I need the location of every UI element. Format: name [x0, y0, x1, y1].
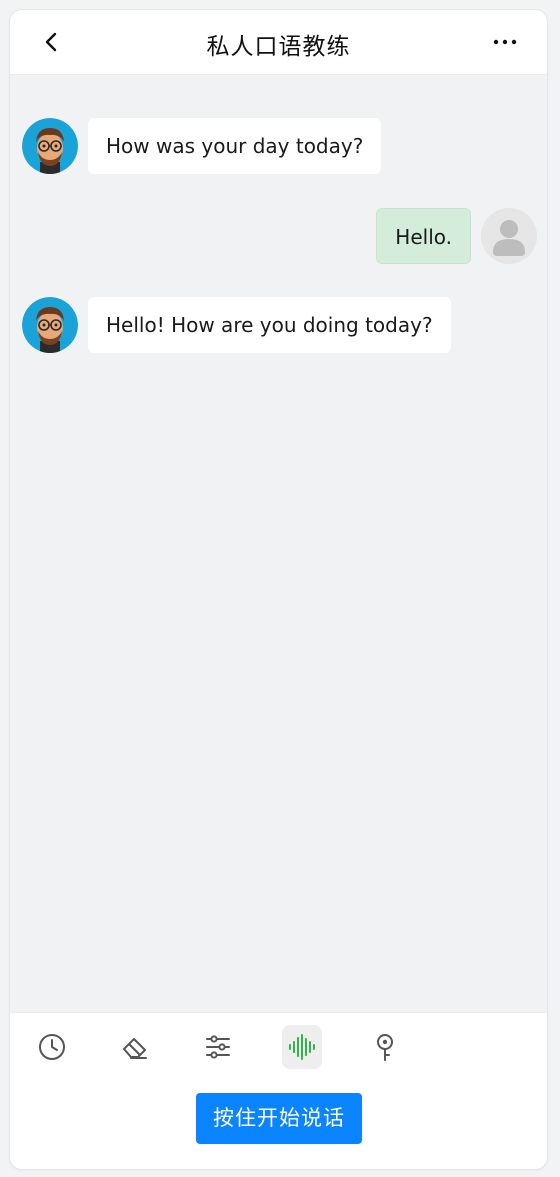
user-icon	[493, 220, 525, 256]
header-bar: 私人口语教练	[10, 10, 547, 75]
clear-button[interactable]	[115, 1025, 155, 1069]
assistant-message-bubble: Hello! How are you doing today?	[88, 297, 451, 353]
bottom-toolbar: 按住开始说话	[10, 1012, 547, 1169]
clock-icon	[39, 1034, 65, 1060]
app-window: 私人口语教练 How was your day today? Hello. He…	[10, 10, 547, 1169]
user-avatar	[481, 208, 537, 264]
more-horizontal-icon	[493, 39, 517, 45]
settings-button[interactable]	[198, 1025, 238, 1069]
voice-wave-icon	[289, 1034, 315, 1060]
push-to-talk-button[interactable]: 按住开始说话	[196, 1093, 362, 1144]
sliders-icon	[206, 1035, 230, 1059]
coach-avatar	[22, 118, 78, 174]
assistant-message-bubble: How was your day today?	[88, 118, 382, 174]
coach-avatar	[22, 297, 78, 353]
chat-area: How was your day today? Hello. Hello! Ho…	[10, 74, 547, 1013]
user-message-bubble: Hello.	[376, 208, 471, 264]
eraser-icon	[123, 1038, 147, 1059]
history-button[interactable]	[32, 1025, 72, 1069]
page-title: 私人口语教练	[206, 34, 351, 60]
pin-icon	[377, 1034, 393, 1061]
voice-mode-button[interactable]	[282, 1025, 322, 1069]
pin-button[interactable]	[365, 1025, 405, 1069]
more-button[interactable]	[491, 30, 519, 54]
